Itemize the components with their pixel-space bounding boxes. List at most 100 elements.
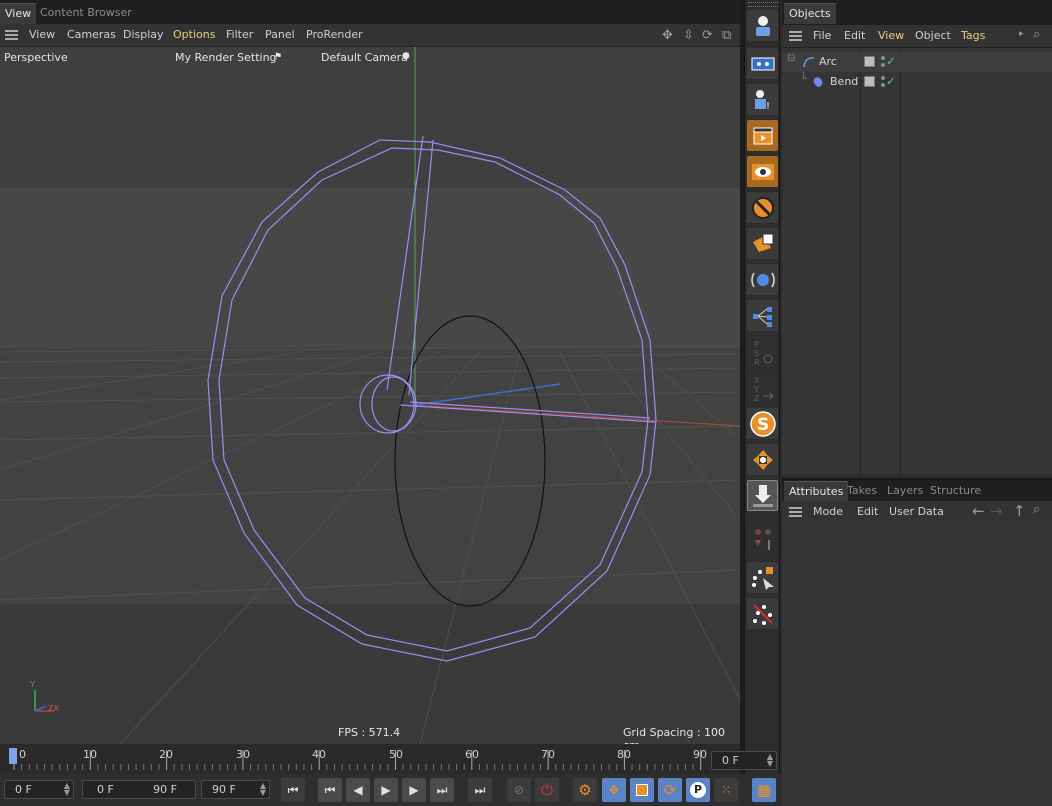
next-key-button[interactable]: ⏭ <box>430 778 454 802</box>
menu-cameras[interactable]: Cameras <box>67 28 116 41</box>
move-selection-icon[interactable] <box>747 562 778 593</box>
point-level-key-icon[interactable]: ⁙ <box>714 778 738 802</box>
end-frame-field[interactable]: 90 F ▲ ▼ <box>201 780 270 799</box>
playhead[interactable] <box>9 748 17 764</box>
camera-label[interactable]: Default Camera <box>321 51 408 64</box>
enable-axis-icon[interactable] <box>747 444 778 475</box>
soft-selection-icon[interactable] <box>747 524 778 555</box>
layer-tag-icon[interactable] <box>864 76 875 87</box>
timeline-ruler[interactable]: 0 10 20 30 40 50 60 70 80 90 <box>0 744 740 774</box>
start-frame-field[interactable]: 0 F ▲ ▼ <box>4 780 74 799</box>
timeline-window-icon[interactable]: ▦ <box>752 778 776 802</box>
coordinate-xyz-icon[interactable]: XYZ <box>747 372 778 403</box>
cinema4d-user-icon[interactable] <box>747 10 778 41</box>
enabled-check-icon[interactable]: ✓ <box>886 74 896 88</box>
bend-deformer-icon <box>813 77 823 87</box>
search-icon[interactable]: ⌕ <box>1033 27 1040 42</box>
previous-frame-button[interactable]: ◀ <box>346 778 370 802</box>
spinner-icon[interactable]: ▲ ▼ <box>64 782 70 797</box>
render-eye-icon[interactable] <box>747 156 778 187</box>
menu-prorender[interactable]: ProRender <box>306 28 363 41</box>
objects-menu-file[interactable]: File <box>813 29 831 42</box>
more-arrow-icon[interactable]: ▸ <box>1019 29 1024 39</box>
no-render-icon[interactable] <box>747 192 778 223</box>
objects-menu-edit[interactable]: Edit <box>844 29 865 42</box>
dolly-view-icon[interactable]: ⇳ <box>683 28 694 43</box>
object-name[interactable]: Bend <box>830 75 858 88</box>
back-arrow-icon[interactable]: ← <box>972 502 985 520</box>
viewport-solo-icon[interactable] <box>747 48 778 79</box>
toolbar-grip[interactable] <box>748 2 778 7</box>
collapse-icon[interactable]: ⊟ <box>787 53 795 64</box>
tab-content-browser[interactable]: Content Browser <box>35 3 137 24</box>
pan-view-icon[interactable]: ✥ <box>662 28 673 43</box>
go-to-start-button[interactable]: ⏮ <box>281 778 305 802</box>
current-frame-value: 0 F <box>722 754 739 767</box>
parameter-key-icon[interactable]: P <box>686 778 710 802</box>
attributes-menu-edit[interactable]: Edit <box>857 505 878 518</box>
render-view-icon[interactable] <box>747 120 778 151</box>
tab-attributes[interactable]: Attributes <box>784 481 849 502</box>
objects-menu-tags[interactable]: Tags <box>961 29 985 42</box>
record-active-objects-icon[interactable]: ⊘ <box>507 778 531 802</box>
list-item[interactable]: └ Bend ✓ <box>782 72 1052 92</box>
attributes-hamburger-icon[interactable] <box>789 507 802 517</box>
tab-objects[interactable]: Objects <box>784 3 836 24</box>
column-divider <box>900 48 901 475</box>
hamburger-menu-icon[interactable] <box>5 30 18 40</box>
attributes-menu-user-data[interactable]: User Data <box>889 505 944 518</box>
render-visibility-dot[interactable] <box>881 83 885 87</box>
editor-visibility-dot[interactable] <box>881 56 885 60</box>
rotate-view-icon[interactable]: ⟳ <box>702 28 713 43</box>
render-setting-label[interactable]: My Render Setting <box>175 51 277 64</box>
up-arrow-icon[interactable]: ↑ <box>1013 502 1026 520</box>
spinner-icon[interactable]: ▲ ▼ <box>260 782 266 797</box>
tab-layers[interactable]: Layers <box>882 481 928 502</box>
list-item[interactable]: ⊟ Arc ✓ <box>782 52 1052 72</box>
menu-view[interactable]: View <box>29 28 55 41</box>
viewport-canvas <box>0 47 740 744</box>
current-frame-field[interactable]: 0 F ▲ ▼ <box>711 751 777 770</box>
previous-key-button[interactable]: ⏮ <box>318 778 342 802</box>
menu-options[interactable]: Options <box>173 28 215 41</box>
spinner-icon[interactable]: ▲ ▼ <box>767 753 773 768</box>
snap-s-icon[interactable]: S <box>747 408 778 439</box>
editor-visibility-dot[interactable] <box>881 76 885 80</box>
objects-hamburger-icon[interactable] <box>789 31 802 41</box>
render-settings-icon[interactable] <box>747 228 778 259</box>
keyframe-selection-icon[interactable]: ⚙ <box>573 778 597 802</box>
attributes-search-icon[interactable]: ⌕ <box>1033 502 1040 517</box>
camera-light-icon[interactable]: ! <box>747 84 778 115</box>
coordinate-psr-icon[interactable]: PSR <box>747 336 778 367</box>
play-button[interactable]: ▶ <box>374 778 398 802</box>
object-name[interactable]: Arc <box>819 55 837 68</box>
enabled-check-icon[interactable]: ✓ <box>886 54 896 68</box>
next-frame-button[interactable]: ▶ <box>402 778 426 802</box>
light-icon[interactable] <box>747 264 778 295</box>
paint-icon[interactable] <box>747 598 778 629</box>
tab-takes[interactable]: Takes <box>842 481 882 502</box>
autokeying-icon[interactable]: ⏻ <box>535 778 559 802</box>
menu-display[interactable]: Display <box>123 28 164 41</box>
toggle-panel-icon[interactable]: ⧉ <box>722 28 731 43</box>
menu-filter[interactable]: Filter <box>226 28 253 41</box>
scale-key-icon[interactable] <box>630 778 654 802</box>
preview-range-slider[interactable]: 0 F 90 F <box>82 780 196 799</box>
position-key-icon[interactable]: ✥ <box>602 778 626 802</box>
layer-tag-icon[interactable] <box>864 56 875 67</box>
workplane-icon[interactable] <box>747 480 778 511</box>
objects-menu-view[interactable]: View <box>878 29 904 42</box>
node-hierarchy-icon[interactable] <box>747 300 778 331</box>
attributes-menu-mode[interactable]: Mode <box>813 505 843 518</box>
tab-structure[interactable]: Structure <box>925 481 986 502</box>
menu-panel[interactable]: Panel <box>265 28 295 41</box>
tab-view[interactable]: View <box>0 3 37 24</box>
object-list[interactable]: ⊟ Arc ✓ └ Bend ✓ <box>782 47 1052 475</box>
objects-menu-object[interactable]: Object <box>915 29 951 42</box>
render-visibility-dot[interactable] <box>881 63 885 67</box>
forward-arrow-icon[interactable]: → <box>990 502 1003 520</box>
go-to-end-button[interactable]: ⏭ <box>468 778 492 802</box>
3d-viewport[interactable]: Perspective My Render Setting ⚑ Default … <box>0 47 740 744</box>
rotation-key-icon[interactable]: ⟳ <box>658 778 682 802</box>
projection-label[interactable]: Perspective <box>4 51 68 64</box>
